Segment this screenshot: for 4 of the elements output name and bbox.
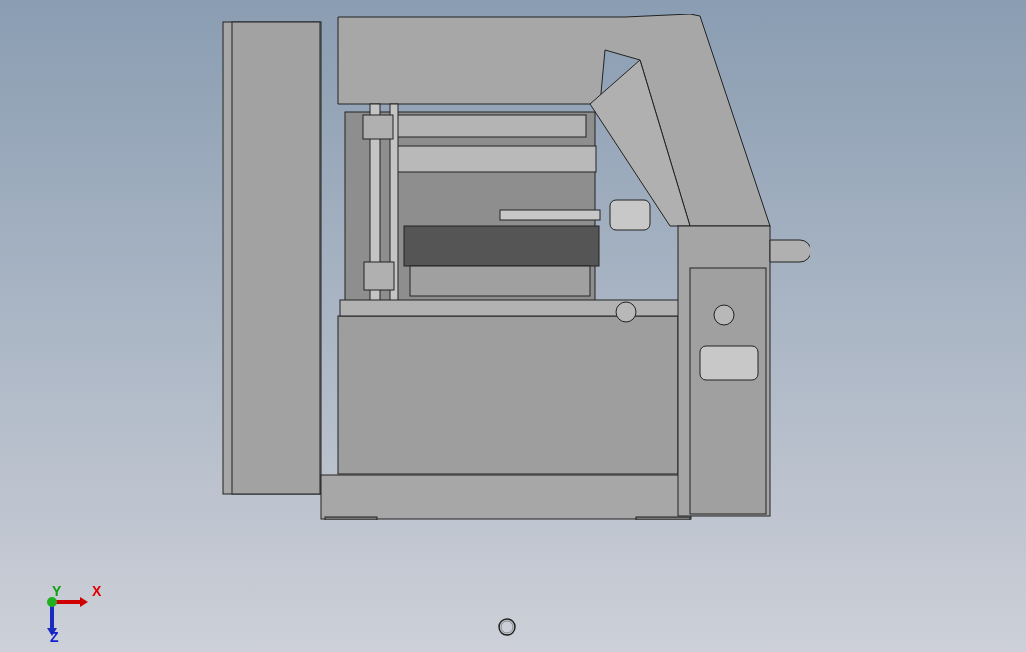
axis-label: X xyxy=(92,584,102,598)
axis-label: Y xyxy=(52,584,62,598)
axis-label: Z xyxy=(50,630,59,644)
rotate-view-icon[interactable] xyxy=(497,617,517,637)
